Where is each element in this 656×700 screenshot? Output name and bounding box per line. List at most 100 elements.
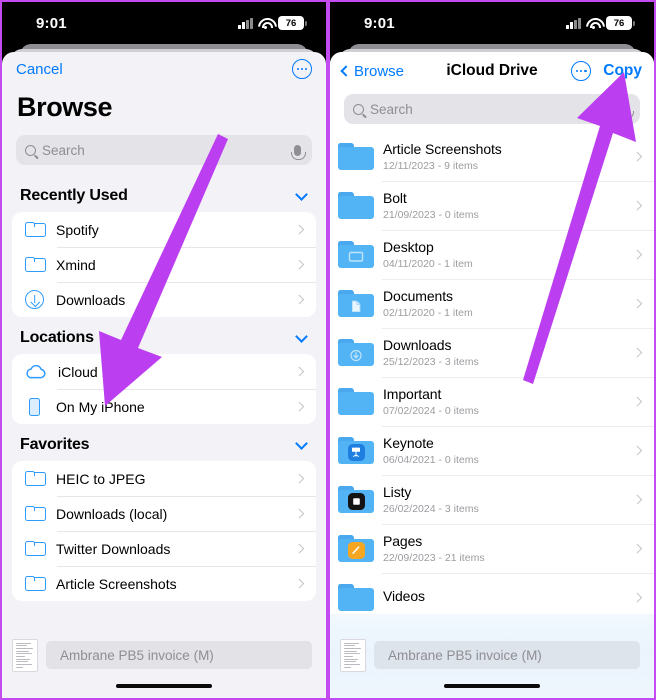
chevron-right-icon: [294, 224, 304, 235]
back-button[interactable]: Browse: [340, 63, 404, 80]
list-item[interactable]: Downloads 25/12/2023 - 3 items: [330, 328, 654, 377]
sidebar-item-icloud-drive[interactable]: iCloud Drive: [12, 354, 316, 389]
chevron-down-icon[interactable]: [295, 187, 308, 201]
status-clock: 9:01: [36, 14, 67, 32]
folder-listy-icon: [338, 485, 374, 514]
list-item[interactable]: Important 07/02/2024 - 0 items: [330, 377, 654, 426]
list-item[interactable]: Spotify: [12, 212, 316, 247]
chevron-down-icon[interactable]: [295, 329, 308, 343]
list-item[interactable]: Listy 26/02/2024 - 3 items: [330, 475, 654, 524]
list-item[interactable]: Pages 22/09/2023 - 21 items: [330, 524, 654, 573]
battery-icon: 76: [278, 16, 307, 30]
home-indicator: [116, 683, 212, 688]
browse-sheet: Cancel Browse Search Recently Used Spoti…: [2, 52, 326, 698]
section-header-recently-used[interactable]: Recently Used: [2, 175, 326, 212]
search-input[interactable]: Search: [344, 94, 640, 124]
section-title: Favorites: [20, 436, 90, 453]
file-meta: 12/11/2023 - 9 items: [383, 159, 478, 172]
folder-outline-icon: [25, 471, 46, 486]
icloud-drive-sheet: Browse iCloud Drive Copy Search Article …: [330, 52, 654, 698]
folder-pages-icon: [338, 534, 374, 563]
folder-outline-icon: [25, 257, 46, 272]
chevron-right-icon: [294, 259, 304, 270]
folder-icon: [338, 142, 374, 171]
left-search-wrap: Search: [2, 131, 326, 175]
list-item-label: Spotify: [56, 221, 99, 238]
chevron-right-icon: [632, 592, 642, 603]
list-item[interactable]: Desktop 04/11/2020 - 1 item: [330, 230, 654, 279]
list-item[interactable]: Documents 02/11/2020 - 1 item: [330, 279, 654, 328]
chevron-right-icon: [632, 298, 642, 309]
list-item[interactable]: Twitter Downloads: [12, 531, 316, 566]
file-meta: 25/12/2023 - 3 items: [383, 355, 479, 368]
chevron-right-icon: [294, 543, 304, 554]
ellipsis-circle-icon[interactable]: [292, 59, 312, 79]
microphone-icon[interactable]: [619, 103, 634, 119]
file-meta: 06/04/2021 - 0 items: [383, 453, 479, 466]
iphone-icon: [29, 397, 40, 416]
file-name: Keynote: [383, 435, 434, 452]
cancel-button[interactable]: Cancel: [16, 61, 63, 78]
group-favorites: HEIC to JPEG Downloads (local) Twitter D…: [12, 461, 316, 601]
list-item[interactable]: Downloads: [12, 282, 316, 317]
section-header-favorites[interactable]: Favorites: [2, 424, 326, 461]
list-item-label: iCloud Drive: [58, 363, 135, 380]
list-item[interactable]: Article Screenshots: [12, 566, 316, 601]
list-item[interactable]: Xmind: [12, 247, 316, 282]
file-name: Desktop: [383, 239, 434, 256]
file-name: Downloads: [383, 337, 452, 354]
drag-item-label: Ambrane PB5 invoice (M): [46, 641, 312, 669]
drag-item-right[interactable]: Ambrane PB5 invoice (M): [330, 638, 654, 672]
wifi-icon: [586, 18, 601, 29]
list-item[interactable]: Keynote 06/04/2021 - 0 items: [330, 426, 654, 475]
list-item[interactable]: Bolt 21/09/2023 - 0 items: [330, 181, 654, 230]
chevron-left-icon: [340, 65, 352, 77]
list-item[interactable]: HEIC to JPEG: [12, 461, 316, 496]
chevron-right-icon: [632, 200, 642, 211]
status-indicators: 76: [238, 16, 307, 30]
chevron-right-icon: [632, 543, 642, 554]
search-placeholder: Search: [42, 142, 85, 158]
folder-downloads-icon: [338, 338, 374, 367]
file-name: Bolt: [383, 190, 407, 207]
search-input[interactable]: Search: [16, 135, 312, 165]
chevron-right-icon: [294, 294, 304, 305]
left-nav-row: Cancel: [2, 52, 326, 86]
group-locations: iCloud Drive On My iPhone: [12, 354, 316, 424]
chevron-right-icon: [632, 151, 642, 162]
cellular-signal-icon: [238, 17, 253, 29]
drag-item-left[interactable]: Ambrane PB5 invoice (M): [2, 638, 326, 672]
list-item-label: Xmind: [56, 256, 96, 273]
download-circle-icon: [25, 290, 44, 309]
chevron-right-icon: [294, 508, 304, 519]
file-meta: 04/11/2020 - 1 item: [383, 257, 473, 270]
drag-item-label: Ambrane PB5 invoice (M): [374, 641, 640, 669]
search-placeholder: Search: [370, 101, 413, 117]
chevron-right-icon: [632, 396, 642, 407]
chevron-right-icon: [632, 445, 642, 456]
ellipsis-circle-icon[interactable]: [571, 61, 592, 81]
document-thumbnail-icon: [12, 638, 38, 672]
chevron-right-icon: [294, 578, 304, 589]
microphone-icon[interactable]: [291, 144, 306, 160]
list-item-label: HEIC to JPEG: [56, 470, 146, 487]
list-item[interactable]: Downloads (local): [12, 496, 316, 531]
section-title: Recently Used: [20, 187, 128, 204]
folder-documents-icon: [338, 289, 374, 318]
search-icon: [353, 103, 364, 115]
status-clock: 9:01: [364, 14, 395, 32]
list-item-label: Article Screenshots: [56, 575, 177, 592]
left-phone-panel: 9:01 76 Cancel Browse Search Recently Us…: [0, 0, 328, 700]
search-icon: [25, 144, 36, 156]
section-header-locations[interactable]: Locations: [2, 317, 326, 354]
file-name: Article Screenshots: [383, 141, 502, 158]
chevron-down-icon[interactable]: [295, 436, 308, 450]
copy-button[interactable]: Copy: [603, 62, 642, 80]
chevron-right-icon: [632, 494, 642, 505]
sidebar-item-on-my-iphone[interactable]: On My iPhone: [12, 389, 316, 424]
file-name: Important: [383, 386, 442, 403]
right-phone-panel: 9:01 76 Browse iCloud Drive Copy Search …: [328, 0, 656, 700]
list-item-label: Downloads: [56, 291, 126, 308]
chevron-right-icon: [294, 366, 304, 377]
list-item[interactable]: Article Screenshots 12/11/2023 - 9 items: [330, 132, 654, 181]
